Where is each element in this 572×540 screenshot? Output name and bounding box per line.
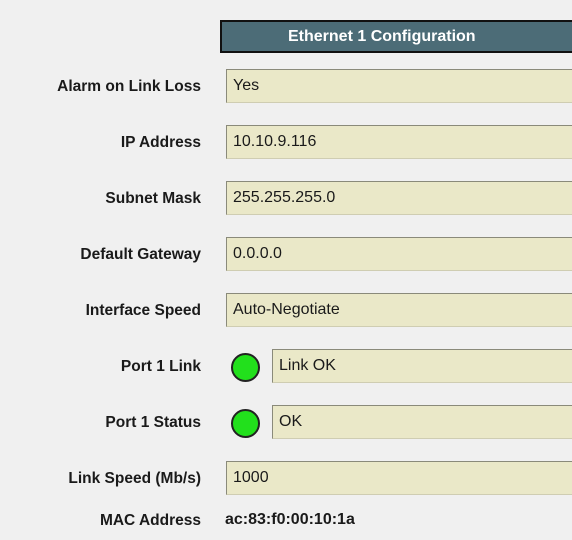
link-speed-label: Link Speed (Mb/s) bbox=[68, 470, 201, 487]
interface-speed-field[interactable]: Auto-Negotiate bbox=[226, 293, 572, 327]
ip-address-field[interactable]: 10.10.9.116 bbox=[226, 125, 572, 159]
ip-address-label: IP Address bbox=[120, 134, 201, 151]
interface-speed-label: Interface Speed bbox=[85, 302, 201, 319]
alarm-on-link-loss-field[interactable]: Yes bbox=[226, 69, 572, 103]
default-gateway-label: Default Gateway bbox=[80, 246, 201, 263]
link-speed-field: 1000 bbox=[226, 461, 572, 495]
port1-status-label: Port 1 Status bbox=[105, 414, 201, 431]
mac-address-label: MAC Address bbox=[99, 512, 201, 529]
port1-status-indicator-icon bbox=[231, 409, 260, 438]
mac-address-value: ac:83:f0:00:10:1a bbox=[225, 511, 355, 528]
port1-link-label: Port 1 Link bbox=[120, 358, 201, 375]
port1-status-field: OK bbox=[272, 405, 572, 439]
port1-link-field: Link OK bbox=[272, 349, 572, 383]
default-gateway-field[interactable]: 0.0.0.0 bbox=[226, 237, 572, 271]
panel-title: Ethernet 1 Configuration bbox=[220, 20, 572, 53]
subnet-mask-label: Subnet Mask bbox=[105, 190, 201, 207]
alarm-on-link-loss-label: Alarm on Link Loss bbox=[57, 78, 201, 95]
subnet-mask-field[interactable]: 255.255.255.0 bbox=[226, 181, 572, 215]
port1-link-status-indicator-icon bbox=[231, 353, 260, 382]
